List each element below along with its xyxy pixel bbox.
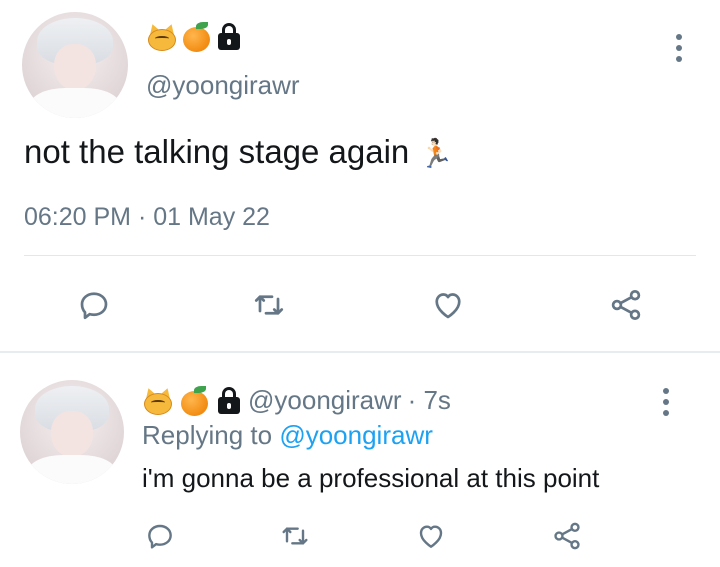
cat-emoji	[142, 385, 174, 415]
reply-more-options-icon[interactable]	[661, 388, 671, 416]
reply-button[interactable]	[72, 283, 116, 327]
like-button[interactable]	[426, 283, 470, 327]
share-button[interactable]	[604, 283, 648, 327]
lock-icon	[216, 386, 242, 416]
retweet-button[interactable]	[247, 283, 291, 327]
avatar-face	[53, 43, 97, 91]
tweet-timestamp[interactable]: 06:20 PM · 01 May 22	[24, 203, 270, 232]
reply-icon	[80, 292, 108, 320]
reply-time: · 7s	[407, 385, 451, 415]
more-options-icon[interactable]	[674, 34, 684, 62]
retweet-icon	[282, 527, 308, 545]
like-icon	[419, 525, 443, 548]
display-name-emojis	[146, 22, 242, 52]
share-icon	[611, 290, 641, 320]
reply-reply-button[interactable]	[138, 514, 182, 558]
share-icon	[554, 522, 580, 550]
tweet-text-body: not the talking stage again	[24, 133, 410, 170]
tweet-text: not the talking stage again 🏃🏻	[24, 133, 453, 171]
runner-emoji: 🏃🏻	[418, 137, 454, 170]
reply-tweet-text: i'm gonna be a professional at this poin…	[142, 463, 600, 493]
like-icon	[435, 293, 461, 319]
avatar-face	[51, 411, 93, 457]
reply-share-button[interactable]	[545, 514, 589, 558]
tangerine-emoji	[180, 385, 210, 416]
user-handle[interactable]: @yoongirawr	[146, 70, 300, 101]
reply-user-handle[interactable]: @yoongirawr	[248, 385, 402, 416]
divider	[24, 255, 696, 256]
reply-header: @yoongirawr · 7s	[142, 385, 451, 416]
avatar-shirt	[28, 454, 116, 484]
reply-retweet-button[interactable]	[273, 514, 317, 558]
lock-icon	[216, 22, 242, 52]
avatar[interactable]	[22, 12, 128, 118]
replying-to-mention[interactable]: @yoongirawr	[279, 420, 433, 450]
replying-to-line: Replying to @yoongirawr	[142, 420, 433, 451]
reply-icon	[148, 524, 172, 549]
replying-to-prefix: Replying to	[142, 420, 273, 450]
section-divider	[0, 351, 720, 353]
retweet-icon	[254, 295, 284, 315]
avatar-shirt	[30, 88, 120, 118]
reply-avatar[interactable]	[20, 380, 124, 484]
tangerine-emoji	[182, 22, 212, 52]
reply-like-button[interactable]	[409, 514, 453, 558]
cat-emoji	[146, 22, 178, 51]
